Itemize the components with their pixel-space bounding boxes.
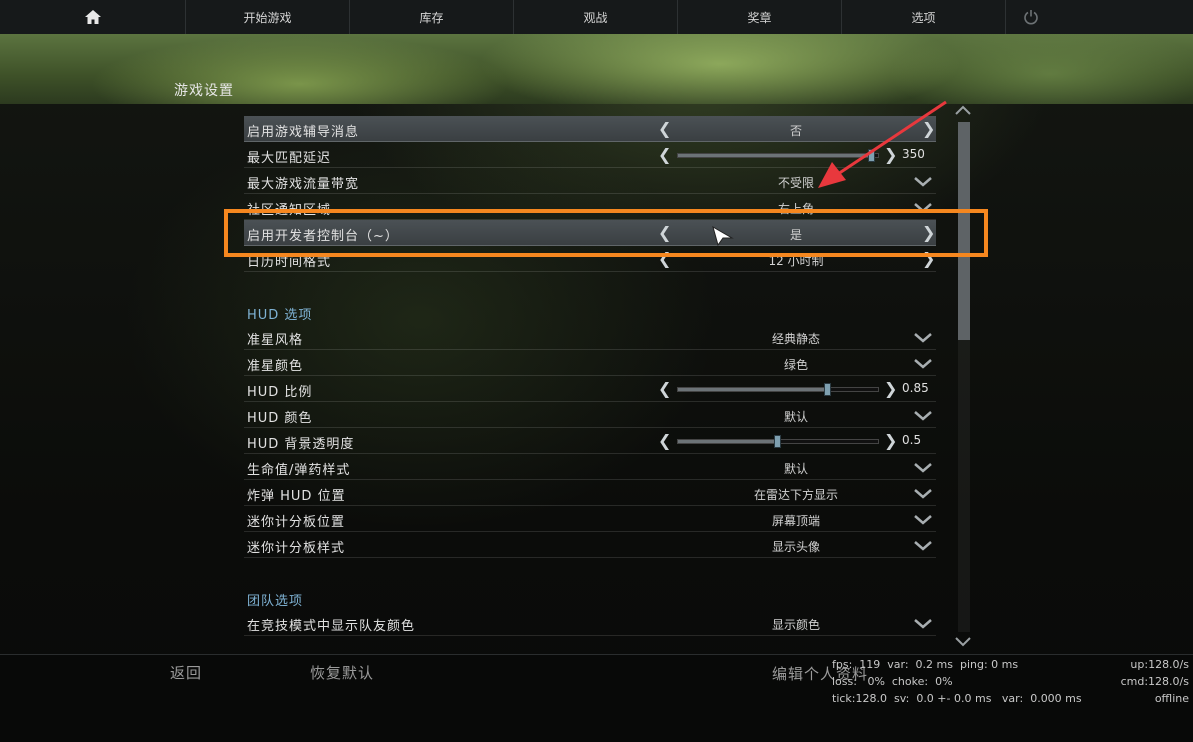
setting-value: 屏幕顶端 [771,514,820,528]
chevron-down-icon[interactable] [912,618,934,630]
setting-value: 否 [789,124,802,138]
nav-options[interactable]: 选项 [842,0,1006,34]
hud-section-title: HUD 选项 [247,308,313,323]
slider-track[interactable] [677,383,879,396]
setting-label: HUD 背景透明度 [247,437,355,452]
nav-awards[interactable]: 奖章 [678,0,842,34]
netgraph-line: loss: 0% choke: 0% [832,675,953,688]
netgraph-rate: offline [1154,692,1189,705]
slider-value: 0.5 [902,433,922,447]
scroll-up-icon[interactable] [954,104,972,116]
setting-row[interactable]: 迷你计分板位置 屏幕顶端 [244,506,936,532]
netgraph-rate: cmd:128.0/s [1120,675,1189,688]
setting-value: 显示颜色 [771,618,820,632]
setting-row[interactable]: HUD 比例 ❮ ❯ 0.85 [244,376,936,402]
setting-label: 生命值/弹药样式 [247,463,351,478]
setting-label: 迷你计分板样式 [247,541,346,556]
hud-settings-group: 准星风格 经典静态 准星颜色 绿色 HUD 比例 ❮ ❯ 0.85 HUD 颜色 默认 HUD 背景… [244,324,936,558]
nav-watch[interactable]: 观战 [514,0,678,34]
chevron-right-icon[interactable]: ❯ [922,119,935,138]
setting-label: HUD 比例 [247,385,313,400]
slider-knob[interactable] [868,149,875,162]
setting-row[interactable]: 最大匹配延迟 ❮ ❯ 350 [244,142,936,168]
top-nav: 开始游戏 库存 观战 奖章 选项 [0,0,1193,34]
setting-label: 准星颜色 [247,359,304,374]
slider-track[interactable] [677,435,879,448]
setting-label: 炸弹 HUD 位置 [247,489,346,504]
netgraph-stats: fps: 119 var: 0.2 ms ping: 0 ms loss: 0% … [832,656,1082,707]
team-section-header: 团队选项 [244,584,936,610]
chevron-down-icon[interactable] [912,514,934,526]
settings-list: 启用游戏辅导消息否 ❮ ❯ 最大匹配延迟 ❮ ❯ 350 最大游戏流量带宽 不受限 社区通知区域右… [244,116,936,636]
netgraph-line: fps: 119 var: 0.2 ms ping: 0 ms [832,658,1019,671]
back-button[interactable]: 返回 [170,662,202,683]
annotation-highlight-box [224,209,988,257]
slider-fill [678,388,828,391]
mouse-cursor-icon [712,226,734,246]
nav-inventory[interactable]: 库存 [350,0,514,34]
nav-play[interactable]: 开始游戏 [186,0,350,34]
setting-row[interactable]: 炸弹 HUD 位置 在雷达下方显示 [244,480,936,506]
chevron-left-icon[interactable]: ❮ [658,431,671,450]
power-icon [1024,10,1038,25]
setting-value: 经典静态 [771,332,820,346]
setting-value: 绿色 [783,358,808,372]
page-title: 游戏设置 [174,83,234,99]
setting-label: 最大匹配延迟 [247,151,332,166]
slider-fill [678,154,872,157]
setting-value: 在雷达下方显示 [753,488,838,502]
restore-defaults-button[interactable]: 恢复默认 [310,662,374,683]
scroll-down-icon[interactable] [954,636,972,648]
chevron-right-icon[interactable]: ❯ [884,145,897,164]
setting-row[interactable]: 生命值/弹药样式 默认 [244,454,936,480]
slider-fill [678,440,778,443]
setting-row[interactable]: 在竞技模式中显示队友颜色 显示颜色 [244,610,936,636]
setting-row[interactable]: 最大游戏流量带宽 不受限 [244,168,936,194]
chevron-down-icon[interactable] [912,358,934,370]
setting-label: 在竞技模式中显示队友颜色 [247,619,416,634]
chevron-down-icon[interactable] [912,462,934,474]
netgraph-line: tick:128.0 sv: 0.0 +- 0.0 ms var: 0.000 … [832,692,1082,705]
slider-track[interactable] [677,149,879,162]
slider-knob[interactable] [824,383,831,396]
chevron-left-icon[interactable]: ❮ [658,145,671,164]
nav-power-button[interactable] [1006,0,1056,34]
setting-label: HUD 颜色 [247,411,313,426]
chevron-left-icon[interactable]: ❮ [658,119,671,138]
team-section-title: 团队选项 [247,594,304,609]
chevron-down-icon[interactable] [912,540,934,552]
setting-value: 默认 [783,410,808,424]
chevron-right-icon[interactable]: ❯ [884,431,897,450]
chevron-down-icon[interactable] [912,488,934,500]
setting-row[interactable]: 准星风格 经典静态 [244,324,936,350]
slider-value: 350 [902,147,925,161]
slider-value: 0.85 [902,381,929,395]
nav-home-button[interactable] [0,0,186,34]
hud-section-header: HUD 选项 [244,298,936,324]
setting-value: 默认 [783,462,808,476]
setting-row[interactable]: HUD 背景透明度 ❮ ❯ 0.5 [244,428,936,454]
setting-row[interactable]: 准星颜色 绿色 [244,350,936,376]
setting-label: 迷你计分板位置 [247,515,346,530]
netgraph-rate: up:128.0/s [1130,658,1189,671]
setting-row[interactable]: HUD 颜色 默认 [244,402,936,428]
chevron-left-icon[interactable]: ❮ [658,379,671,398]
setting-label: 启用游戏辅导消息 [247,125,360,140]
chevron-right-icon[interactable]: ❯ [884,379,897,398]
setting-label: 最大游戏流量带宽 [247,177,360,192]
chevron-down-icon[interactable] [912,332,934,344]
setting-label: 准星风格 [247,333,304,348]
team-settings-group: 在竞技模式中显示队友颜色 显示颜色 [244,610,936,636]
setting-row[interactable]: 启用游戏辅导消息 否 ❮ ❯ [244,116,936,142]
home-icon [84,10,101,24]
setting-value: 不受限 [777,176,814,190]
setting-row[interactable]: 迷你计分板样式 显示头像 [244,532,936,558]
netgraph-rates: up:128.0/s cmd:128.0/s offline [1121,656,1189,707]
chevron-down-icon[interactable] [912,176,934,188]
chevron-down-icon[interactable] [912,410,934,422]
slider-knob[interactable] [774,435,781,448]
setting-value: 显示头像 [771,540,820,554]
